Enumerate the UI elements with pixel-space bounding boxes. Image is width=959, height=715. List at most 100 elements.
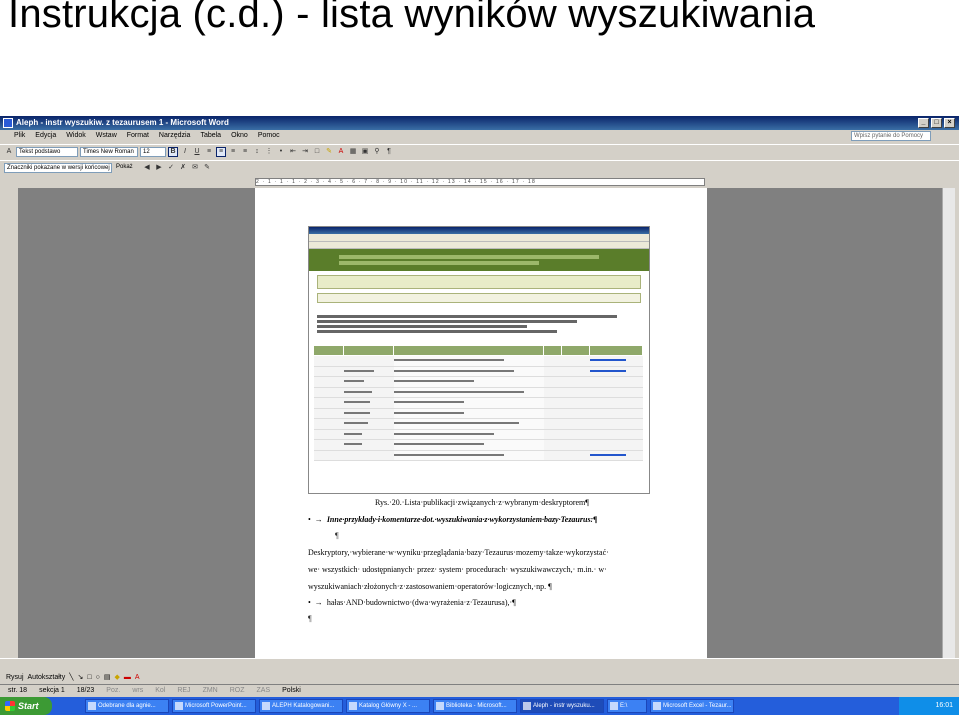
new-comment-icon[interactable]: ✉	[190, 163, 200, 173]
status-bar: str. 18 sekcja 1 18/23 Poz. wrs Kol REJ …	[0, 684, 959, 697]
markup-view-dropdown[interactable]: Znaczniki pokazane w wersji końcowej	[4, 162, 112, 173]
menu-item-pomoc[interactable]: Pomoc	[258, 130, 280, 142]
taskbar-item-active[interactable]: Aleph - instr wyszuku...	[520, 699, 604, 713]
window-titlebar: Aleph - instr wyszukiw. z tezaurusem 1 -…	[0, 116, 959, 130]
start-button[interactable]: Start	[0, 697, 52, 715]
draw-menu[interactable]: Rysuj	[6, 674, 24, 681]
fill-color-icon[interactable]: ◆	[114, 673, 119, 681]
previous-change-icon[interactable]: ◀	[142, 163, 152, 173]
font-size-dropdown[interactable]: 12	[140, 146, 166, 157]
textbox-icon[interactable]: ▤	[104, 673, 111, 681]
track-changes-icon[interactable]: ✎	[202, 163, 212, 173]
menu-item-plik[interactable]: Plik	[14, 130, 25, 142]
line-color-icon[interactable]: ▬	[124, 674, 131, 681]
oval-icon[interactable]: ○	[96, 674, 100, 681]
window-title: Aleph - instr wyszukiw. z tezaurusem 1 -…	[16, 118, 229, 127]
figure-caption: Rys.·20.·Lista·publikacji·związanych·z·w…	[375, 498, 589, 507]
windows-taskbar: Start Odebrane dla agnie... Microsoft Po…	[0, 697, 959, 715]
body-line-3: wyszukiwaniach·złożonych·z·zastosowaniem…	[308, 582, 552, 591]
bold-button[interactable]: B	[168, 146, 178, 157]
taskbar-item[interactable]: E:\	[607, 699, 647, 713]
minimize-button[interactable]: _	[918, 118, 929, 128]
line-spacing-icon[interactable]: ↕	[252, 147, 262, 157]
embedded-search-results-screenshot	[308, 226, 650, 494]
border-icon[interactable]: □	[312, 147, 322, 157]
document-area: Rys.·20.·Lista·publikacji·związanych·z·w…	[18, 188, 942, 658]
example-text: hałas·AND·budownictwo·(dwa·wyrażenia·z·T…	[326, 598, 516, 607]
taskbar-item[interactable]: Katalog Główny X - ...	[346, 699, 430, 713]
word-app-icon	[3, 118, 13, 128]
body-line-2: we· wszystkich· udostępnianych· przez· s…	[308, 565, 607, 574]
justify-icon[interactable]: ≡	[240, 147, 250, 157]
menu-item-widok[interactable]: Widok	[66, 130, 85, 142]
bullet-marker: • →	[308, 598, 327, 607]
menu-item-wstaw[interactable]: Wstaw	[96, 130, 117, 142]
line-icon[interactable]: ╲	[69, 673, 73, 681]
arrow-icon[interactable]: ↘	[77, 673, 83, 681]
show-markup-menu[interactable]: Pokaż	[114, 163, 140, 173]
align-center-icon[interactable]: ≡	[216, 146, 226, 157]
font-color-icon[interactable]: A	[336, 147, 346, 157]
body-line-1: Deskryptory,·wybierane·w·wyniku·przegląd…	[308, 548, 609, 557]
align-right-icon[interactable]: ≡	[228, 147, 238, 157]
status-rej[interactable]: REJ	[177, 685, 190, 697]
insert-table-icon[interactable]: ▦	[348, 147, 358, 157]
taskbar-item[interactable]: ALEPH Katalogowani...	[259, 699, 343, 713]
increase-indent-icon[interactable]: ⇥	[300, 147, 310, 157]
rectangle-icon[interactable]: □	[87, 674, 91, 681]
status-position: Poz.	[106, 687, 121, 694]
taskbar-item[interactable]: Microsoft Excel - Tezaur...	[650, 699, 734, 713]
status-zmn[interactable]: ZMN	[203, 685, 218, 697]
status-pages: 18/23	[76, 687, 95, 694]
document-page[interactable]: Rys.·20.·Lista·publikacji·związanych·z·w…	[255, 188, 707, 658]
font-color-icon[interactable]: A	[135, 674, 140, 681]
insert-picture-icon[interactable]: ▣	[360, 147, 370, 157]
status-line: wrs	[132, 687, 144, 694]
vertical-scrollbar[interactable]	[942, 188, 955, 658]
autoshapes-menu[interactable]: Autokształty	[28, 674, 66, 681]
menu-item-narzedzia[interactable]: Narzędzia	[159, 130, 191, 142]
bullet-heading: • → Inne·przykłady·i·komentarze·dot.·wys…	[308, 515, 597, 524]
menu-bar: Plik Edycja Widok Wstaw Format Narzędzia…	[0, 130, 959, 142]
menu-item-edycja[interactable]: Edycja	[35, 130, 56, 142]
menu-item-format[interactable]: Format	[127, 130, 149, 142]
status-page: str. 18	[8, 687, 28, 694]
empty-paragraph-mark: ¶	[335, 531, 339, 540]
example-bullet: • → hałas·AND·budownictwo·(dwa·wyrażenia…	[308, 598, 516, 607]
help-search-input[interactable]: Wpisz pytanie do Pomocy	[851, 131, 931, 141]
decrease-indent-icon[interactable]: ⇤	[288, 147, 298, 157]
numbering-icon[interactable]: ⋮	[264, 147, 274, 157]
status-language: Polski	[282, 687, 301, 694]
taskbar-item[interactable]: Microsoft PowerPoint...	[172, 699, 256, 713]
menu-item-tabela[interactable]: Tabela	[200, 130, 221, 142]
bullet-marker: • →	[308, 515, 327, 524]
close-button[interactable]: ×	[944, 118, 955, 128]
style-dropdown[interactable]: Tekst podstawo	[16, 146, 78, 157]
word-window: Aleph - instr wyszukiw. z tezaurusem 1 -…	[0, 116, 959, 715]
bullets-icon[interactable]: •	[276, 147, 286, 157]
drawing-toolbar: Rysuj Autokształty ╲ ↘ □ ○ ▤ ◆ ▬ A	[0, 670, 959, 684]
zoom-icon[interactable]: ⚲	[372, 147, 382, 157]
formatting-toolbar: A Tekst podstawo Times New Roman 12 B I …	[0, 144, 959, 158]
show-hide-icon[interactable]: ¶	[384, 147, 394, 157]
taskbar-item[interactable]: Biblioteka - Microsoft...	[433, 699, 517, 713]
status-column: Kol	[155, 687, 166, 694]
accept-change-icon[interactable]: ✓	[166, 163, 176, 173]
empty-paragraph-mark: ¶	[308, 614, 312, 623]
maximize-button[interactable]: □	[931, 118, 942, 128]
reject-change-icon[interactable]: ✗	[178, 163, 188, 173]
highlight-icon[interactable]: ✎	[324, 147, 334, 157]
horizontal-scrollbar[interactable]	[0, 658, 959, 670]
align-left-icon[interactable]: ≡	[204, 147, 214, 157]
taskbar-item[interactable]: Odebrane dla agnie...	[85, 699, 169, 713]
status-roz[interactable]: ROZ	[230, 685, 245, 697]
status-zas[interactable]: ZAS	[257, 685, 271, 697]
next-change-icon[interactable]: ▶	[154, 163, 164, 173]
italic-button[interactable]: I	[180, 147, 190, 157]
style-pane-icon[interactable]: A	[4, 147, 14, 157]
menu-item-okno[interactable]: Okno	[231, 130, 248, 142]
underline-button[interactable]: U	[192, 147, 202, 157]
reviewing-toolbar: Znaczniki pokazane w wersji końcowej Pok…	[0, 160, 959, 174]
font-dropdown[interactable]: Times New Roman	[80, 146, 138, 157]
horizontal-ruler[interactable]: 2 · 1 · 1 · 1 · 2 · 3 · 4 · 5 · 6 · 7 · …	[0, 176, 959, 188]
